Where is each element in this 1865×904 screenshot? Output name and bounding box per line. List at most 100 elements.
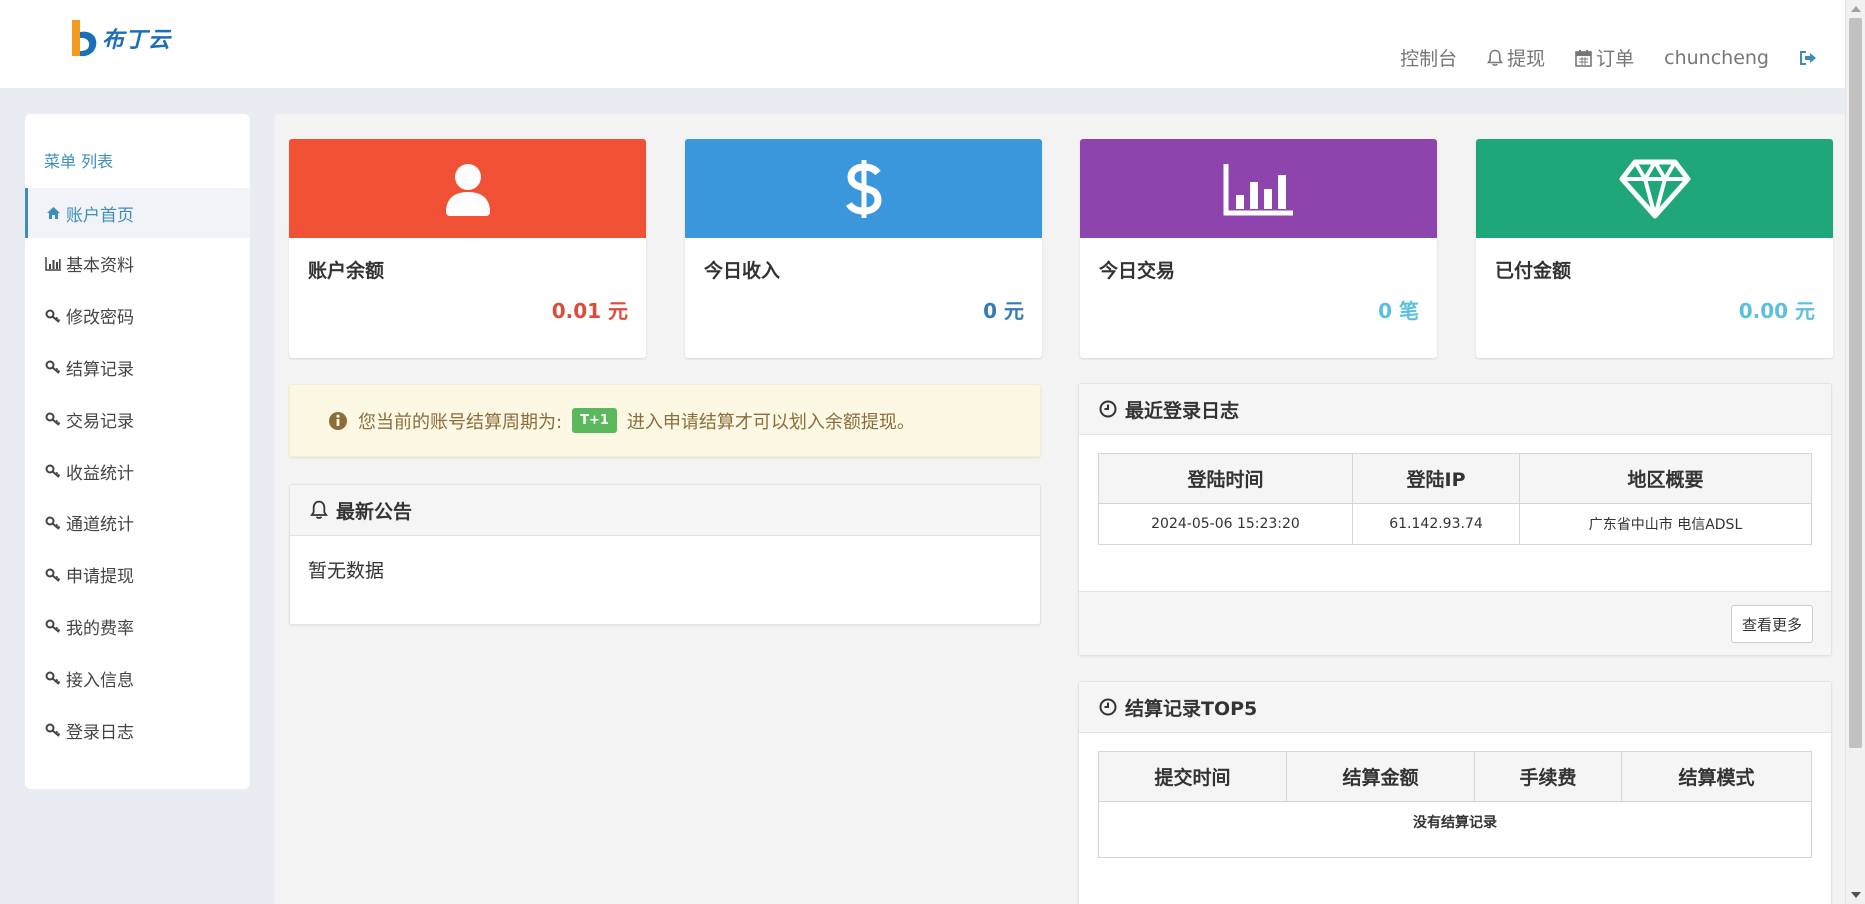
sidebar-item-label: 基本资料	[66, 256, 134, 277]
username-label: chuncheng	[1664, 46, 1769, 69]
sidebar-item-income-stats[interactable]: 收益统计	[25, 445, 250, 497]
clock-icon	[1099, 400, 1117, 418]
stat-card-header	[1080, 139, 1437, 238]
stat-card-header	[685, 139, 1042, 238]
sidebar-item-apply-withdraw[interactable]: 申请提现	[25, 549, 250, 601]
sidebar-item-label: 申请提现	[66, 567, 134, 588]
dollar-icon	[845, 159, 882, 218]
table-row: 没有结算记录	[1098, 801, 1812, 858]
sidebar-item-channel-stats[interactable]: 通道统计	[25, 497, 250, 549]
login-region-cell: 广东省中山市 电信ADSL	[1519, 503, 1812, 545]
scroll-up-arrow-icon[interactable]	[1851, 6, 1861, 12]
login-log-footer: 查看更多	[1079, 591, 1831, 655]
home-icon	[44, 204, 62, 222]
key-icon	[44, 307, 62, 325]
sidebar-item-label: 交易记录	[66, 411, 134, 432]
login-log-body: 登陆时间 登陆IP 地区概要 2024-05-06 15:23:20 61.14…	[1079, 435, 1831, 589]
settlement-top5-body: 提交时间 结算金额 手续费 结算模式 没有结算记录	[1079, 733, 1831, 876]
bar-chart-icon	[1223, 163, 1293, 215]
alert-prefix: 您当前的账号结算周期为:	[358, 411, 563, 433]
settlement-cycle-alert: 您当前的账号结算周期为: T+1 进入申请结算才可以划入余额提现。	[289, 384, 1041, 457]
sidebar-item-settlement-records[interactable]: 结算记录	[25, 342, 250, 394]
top-header: 布丁云 控制台 提现 订单 chuncheng	[0, 0, 1845, 88]
nav-username[interactable]: chuncheng	[1664, 47, 1769, 69]
column-header: 手续费	[1474, 751, 1622, 802]
settlement-top5-panel: 结算记录TOP5 提交时间 结算金额 手续费 结算模式 没有结算记录	[1078, 681, 1832, 904]
column-header: 结算金额	[1286, 751, 1475, 802]
settlement-table: 提交时间 结算金额 手续费 结算模式 没有结算记录	[1098, 751, 1812, 858]
key-icon	[44, 617, 62, 635]
key-icon	[44, 721, 62, 739]
logout-icon	[1800, 50, 1816, 65]
scroll-down-arrow-icon[interactable]	[1851, 892, 1861, 898]
alert-suffix: 进入申请结算才可以划入余额提现。	[626, 411, 915, 433]
notice-empty-text: 暂无数据	[308, 560, 385, 582]
settlement-empty-cell: 没有结算记录	[1098, 801, 1812, 858]
key-icon	[44, 514, 62, 532]
page-scrollbar[interactable]	[1845, 0, 1865, 904]
clock-icon	[1099, 698, 1117, 716]
login-log-panel: 最近登录日志 登陆时间 登陆IP 地区概要 2024-05-06 15:23:2…	[1078, 383, 1832, 656]
logo-mark-icon	[72, 20, 97, 57]
stat-label: 已付金额	[1495, 260, 1572, 282]
column-header: 提交时间	[1098, 751, 1287, 802]
bell-icon	[310, 500, 328, 519]
diamond-icon	[1619, 159, 1690, 218]
sidebar-item-home[interactable]: 账户首页	[25, 188, 250, 238]
notice-panel: 最新公告 暂无数据	[289, 484, 1041, 625]
column-header: 地区概要	[1519, 453, 1812, 504]
sidebar: 菜单 列表 账户首页 基本资料 修改密码 结算记录 交易记录 收益统计 通道统计	[25, 114, 250, 789]
menu-title: 菜单 列表	[44, 152, 114, 171]
settlement-cycle-badge: T+1	[572, 408, 617, 433]
nav-withdraw[interactable]: 提现	[1487, 44, 1545, 71]
key-icon	[44, 669, 62, 687]
top-nav: 控制台 提现 订单 chuncheng	[1400, 44, 1817, 71]
logo-text: 布丁云	[102, 27, 172, 53]
stat-value: 0.00 元	[1738, 299, 1815, 323]
login-log-table: 登陆时间 登陆IP 地区概要 2024-05-06 15:23:20 61.14…	[1098, 453, 1812, 545]
stat-card-paid-amount: 已付金额 0.00 元	[1476, 139, 1833, 358]
nav-console[interactable]: 控制台	[1400, 44, 1457, 71]
sidebar-item-label: 通道统计	[66, 515, 134, 536]
key-icon	[44, 566, 62, 584]
key-icon	[44, 410, 62, 428]
sidebar-item-label: 我的费率	[66, 618, 134, 639]
sidebar-item-label: 账户首页	[66, 205, 134, 226]
scroll-thumb[interactable]	[1849, 18, 1862, 748]
stat-value: 0.01 元	[551, 299, 628, 323]
logout-button[interactable]	[1799, 50, 1817, 66]
stat-card-today-income: 今日收入 0 元	[685, 139, 1042, 358]
nav-orders-label: 订单	[1596, 48, 1635, 70]
notice-body: 暂无数据	[290, 536, 1040, 603]
nav-orders[interactable]: 订单	[1575, 44, 1634, 71]
sidebar-menu: 账户首页 基本资料 修改密码 结算记录 交易记录 收益统计 通道统计 申请提现	[25, 188, 250, 756]
stat-card-today-transactions: 今日交易 0 笔	[1080, 139, 1437, 358]
stat-card-header	[289, 139, 646, 238]
logo[interactable]: 布丁云	[68, 18, 171, 58]
sidebar-item-label: 结算记录	[66, 359, 134, 380]
sidebar-item-label: 收益统计	[66, 463, 134, 484]
login-log-title: 最近登录日志	[1125, 399, 1240, 422]
sidebar-item-access-info[interactable]: 接入信息	[25, 652, 250, 704]
sidebar-item-transaction-records[interactable]: 交易记录	[25, 393, 250, 445]
bar-chart-icon	[44, 255, 62, 273]
stat-card-header	[1476, 139, 1833, 238]
sidebar-item-login-log[interactable]: 登录日志	[25, 704, 250, 756]
sidebar-item-change-password[interactable]: 修改密码	[25, 290, 250, 342]
sidebar-item-label: 登录日志	[66, 722, 134, 743]
bell-icon	[1487, 49, 1504, 66]
sidebar-item-profile[interactable]: 基本资料	[25, 238, 250, 290]
sidebar-item-label: 修改密码	[66, 308, 134, 329]
nav-console-label: 控制台	[1400, 48, 1458, 70]
info-icon	[329, 411, 347, 430]
notice-panel-header: 最新公告	[290, 485, 1040, 536]
user-icon	[445, 163, 490, 216]
settlement-top5-header: 结算记录TOP5	[1079, 682, 1831, 733]
stat-card-balance: 账户余额 0.01 元	[289, 139, 646, 358]
view-more-button[interactable]: 查看更多	[1730, 605, 1813, 643]
sidebar-item-my-rates[interactable]: 我的费率	[25, 601, 250, 653]
nav-withdraw-label: 提现	[1507, 48, 1546, 70]
key-icon	[44, 462, 62, 480]
column-header: 结算模式	[1621, 751, 1812, 802]
column-header: 登陆IP	[1352, 453, 1520, 504]
